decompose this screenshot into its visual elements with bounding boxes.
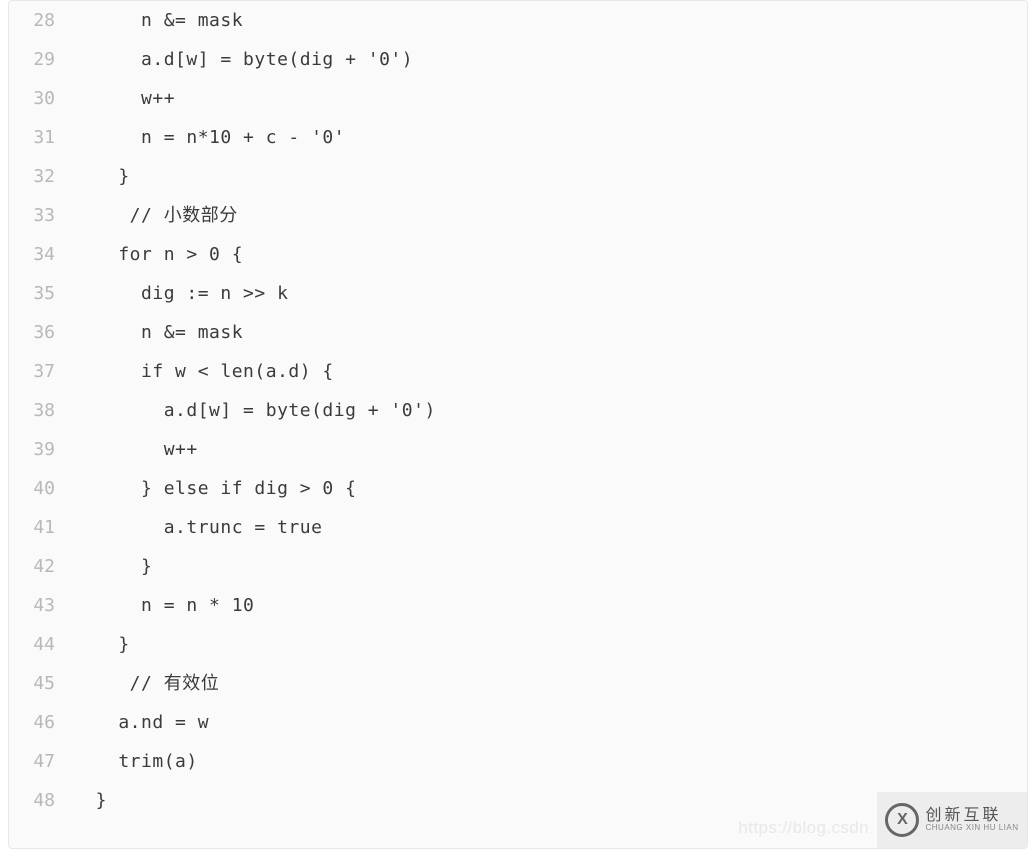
brand-badge: X 创新互联 CHUANG XIN HU LIAN: [877, 792, 1027, 848]
code-line: 33 // 小数部分: [9, 196, 1027, 235]
line-number: 36: [9, 313, 73, 352]
line-number: 39: [9, 430, 73, 469]
code-text: }: [73, 625, 130, 664]
code-line: 43 n = n * 10: [9, 586, 1027, 625]
brand-text: 创新互联 CHUANG XIN HU LIAN: [925, 807, 1018, 833]
brand-logo-icon: X: [885, 803, 919, 837]
code-text: n = n * 10: [73, 586, 254, 625]
line-number: 46: [9, 703, 73, 742]
line-number: 42: [9, 547, 73, 586]
line-number: 29: [9, 40, 73, 79]
code-line: 35 dig := n >> k: [9, 274, 1027, 313]
code-line: 46 a.nd = w: [9, 703, 1027, 742]
line-number: 40: [9, 469, 73, 508]
code-text: }: [73, 781, 107, 820]
line-number: 28: [9, 1, 73, 40]
code-text: n = n*10 + c - '0': [73, 118, 345, 157]
line-number: 31: [9, 118, 73, 157]
line-number: 37: [9, 352, 73, 391]
code-line: 28 n &= mask: [9, 1, 1027, 40]
code-text: // 小数部分: [73, 196, 238, 235]
code-line: 31 n = n*10 + c - '0': [9, 118, 1027, 157]
line-number: 44: [9, 625, 73, 664]
line-number: 33: [9, 196, 73, 235]
brand-cn: 创新互联: [925, 807, 1018, 825]
code-text: w++: [73, 430, 198, 469]
code-line: 36 n &= mask: [9, 313, 1027, 352]
code-text: w++: [73, 79, 175, 118]
code-line: 32 }: [9, 157, 1027, 196]
code-line: 37 if w < len(a.d) {: [9, 352, 1027, 391]
brand-pinyin: CHUANG XIN HU LIAN: [925, 824, 1018, 833]
code-text: a.trunc = true: [73, 508, 322, 547]
code-text: } else if dig > 0 {: [73, 469, 356, 508]
code-text: n &= mask: [73, 1, 243, 40]
line-number: 43: [9, 586, 73, 625]
code-line: 40 } else if dig > 0 {: [9, 469, 1027, 508]
code-line: 34 for n > 0 {: [9, 235, 1027, 274]
code-text: a.nd = w: [73, 703, 209, 742]
code-line: 45 // 有效位: [9, 664, 1027, 703]
code-text: for n > 0 {: [73, 235, 243, 274]
code-text: dig := n >> k: [73, 274, 288, 313]
line-number: 35: [9, 274, 73, 313]
line-number: 38: [9, 391, 73, 430]
code-line: 42 }: [9, 547, 1027, 586]
code-text: if w < len(a.d) {: [73, 352, 334, 391]
line-number: 48: [9, 781, 73, 820]
code-line: 30 w++: [9, 79, 1027, 118]
code-lines: 28 n &= mask29 a.d[w] = byte(dig + '0')3…: [9, 1, 1027, 820]
code-line: 39 w++: [9, 430, 1027, 469]
code-text: trim(a): [73, 742, 198, 781]
line-number: 45: [9, 664, 73, 703]
code-line: 38 a.d[w] = byte(dig + '0'): [9, 391, 1027, 430]
code-text: }: [73, 547, 152, 586]
line-number: 47: [9, 742, 73, 781]
code-text: // 有效位: [73, 664, 219, 703]
code-text: a.d[w] = byte(dig + '0'): [73, 391, 436, 430]
code-text: n &= mask: [73, 313, 243, 352]
line-number: 41: [9, 508, 73, 547]
line-number: 32: [9, 157, 73, 196]
code-line: 44 }: [9, 625, 1027, 664]
code-block: 28 n &= mask29 a.d[w] = byte(dig + '0')3…: [8, 0, 1028, 849]
code-line: 48 }: [9, 781, 1027, 820]
code-text: a.d[w] = byte(dig + '0'): [73, 40, 413, 79]
code-text: }: [73, 157, 130, 196]
code-line: 29 a.d[w] = byte(dig + '0'): [9, 40, 1027, 79]
code-line: 47 trim(a): [9, 742, 1027, 781]
line-number: 30: [9, 79, 73, 118]
line-number: 34: [9, 235, 73, 274]
code-line: 41 a.trunc = true: [9, 508, 1027, 547]
watermark: https://blog.csdn: [738, 818, 869, 838]
